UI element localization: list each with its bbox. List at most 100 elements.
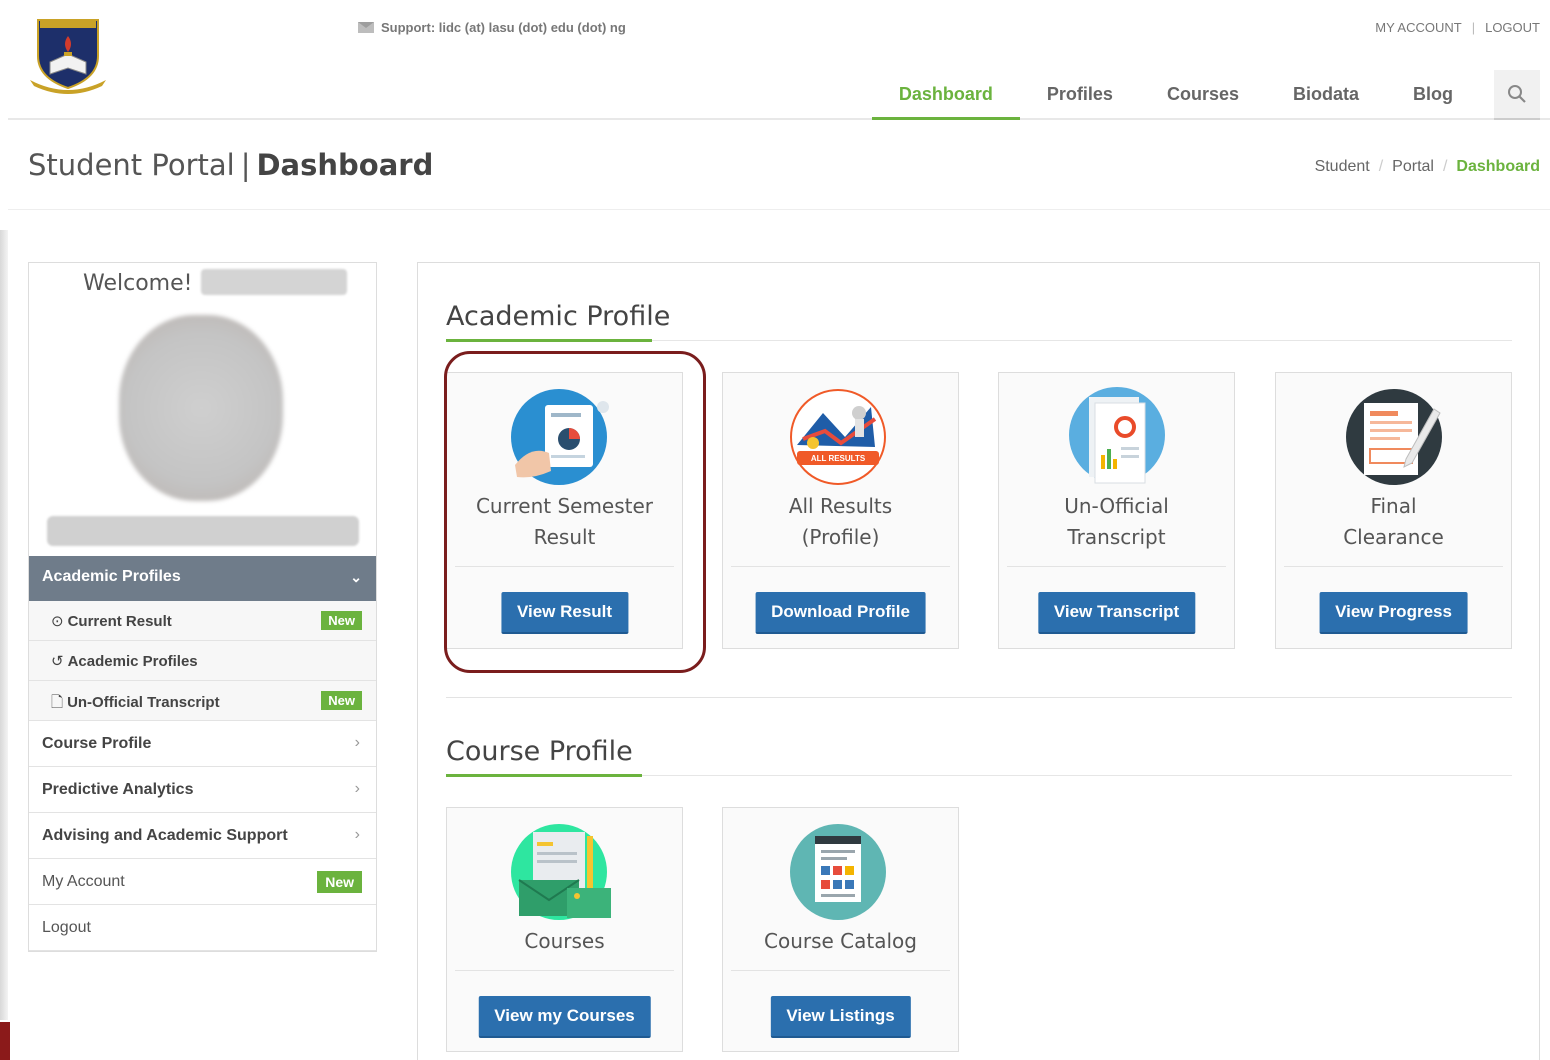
- search-icon: [1508, 85, 1526, 103]
- card-label: Final Clearance: [1286, 491, 1501, 553]
- university-logo-icon[interactable]: [28, 16, 108, 94]
- support-contact: Support: lidc (at) lasu (dot) edu (dot) …: [358, 20, 626, 35]
- view-listings-button[interactable]: View Listings: [770, 996, 911, 1038]
- page-title-section: Dashboard: [256, 148, 434, 182]
- card-all-results: ALL RESULTS All Results (Profile) Downlo…: [722, 372, 959, 649]
- breadcrumb: Student / Portal / Dashboard: [1315, 158, 1540, 176]
- section-underline-accent: [446, 774, 642, 777]
- sidebar-item-advising[interactable]: Advising and Academic Support ›: [29, 813, 376, 859]
- sidebar-item-label: Predictive Analytics: [42, 781, 194, 798]
- account-links: MY ACCOUNT | LOGOUT: [1375, 20, 1540, 35]
- breadcrumb-separator: /: [1378, 158, 1384, 175]
- search-button[interactable]: [1494, 70, 1540, 120]
- page-title-portal: Student Portal: [28, 148, 235, 182]
- breadcrumb-separator: /: [1442, 158, 1448, 175]
- sidebar-item-label: Academic Profiles: [67, 653, 198, 670]
- sidebar-item-course-profile[interactable]: Course Profile ›: [29, 721, 376, 767]
- new-badge: New: [317, 871, 362, 893]
- main-nav: Dashboard Profiles Courses Biodata Blog: [871, 70, 1540, 120]
- courses-icon: [507, 822, 617, 922]
- breadcrumb-portal[interactable]: Portal: [1392, 158, 1434, 176]
- nav-dashboard[interactable]: Dashboard: [871, 70, 1020, 120]
- chevron-down-icon: ⌄: [350, 569, 362, 585]
- logout-link[interactable]: LOGOUT: [1485, 20, 1540, 35]
- nav-blog[interactable]: Blog: [1386, 70, 1480, 120]
- sidebar-item-predictive-analytics[interactable]: Predictive Analytics ›: [29, 767, 376, 813]
- sidebar-item-logout[interactable]: Logout: [29, 905, 376, 951]
- new-badge: New: [321, 611, 362, 630]
- card-label: Course Catalog: [764, 929, 917, 953]
- sidebar-item-label: Logout: [42, 919, 91, 936]
- sidebar-item-current-result[interactable]: ⊙ Current Result New: [29, 601, 376, 641]
- catalog-icon: [783, 822, 893, 922]
- card-label: Un-Official Transcript: [1009, 491, 1224, 553]
- highlight-ring: [444, 351, 706, 673]
- sidebar-item-academic-profiles[interactable]: ↺ Academic Profiles: [29, 641, 376, 681]
- chevron-right-icon: ›: [354, 734, 360, 751]
- card-divider: [455, 970, 674, 971]
- view-progress-button[interactable]: View Progress: [1319, 592, 1468, 634]
- card-divider: [1284, 566, 1503, 567]
- card-label-line: (Profile): [801, 525, 880, 549]
- section-underline: [446, 774, 1512, 777]
- page-edge-shadow: [0, 230, 8, 1020]
- new-badge: New: [321, 691, 362, 710]
- history-icon: ↺: [51, 653, 64, 670]
- card-divider: [731, 970, 950, 971]
- sidebar-item-label: Advising and Academic Support: [42, 827, 288, 844]
- card-courses: Courses View my Courses: [446, 807, 683, 1052]
- card-label-line: Transcript: [1067, 525, 1166, 549]
- card-label-line: Final: [1370, 494, 1417, 518]
- section-divider: [446, 697, 1512, 698]
- blurred-username: [201, 269, 347, 295]
- breadcrumb-dashboard: Dashboard: [1456, 158, 1540, 175]
- sidebar-item-label: My Account: [42, 873, 125, 890]
- card-divider: [731, 566, 950, 567]
- sidebar-item-label: Current Result: [67, 613, 172, 630]
- welcome-text: Welcome!: [83, 271, 193, 296]
- sidebar-section-academic-profiles[interactable]: Academic Profiles ⌄: [29, 556, 376, 601]
- card-course-catalog: Course Catalog View Listings: [722, 807, 959, 1052]
- corner-accent: [0, 1022, 10, 1060]
- card-final-clearance: Final Clearance View Progress: [1275, 372, 1512, 649]
- section-title-academic-profile: Academic Profile: [446, 301, 671, 332]
- card-unofficial-transcript: Un-Official Transcript View Transcript: [998, 372, 1235, 649]
- transcript-icon: [1059, 387, 1169, 487]
- support-text: Support: lidc (at) lasu (dot) edu (dot) …: [381, 20, 626, 35]
- nav-courses[interactable]: Courses: [1140, 70, 1266, 120]
- sidebar-section-label: Academic Profiles: [42, 568, 181, 585]
- my-account-link[interactable]: MY ACCOUNT: [1375, 20, 1461, 35]
- sidebar-item-unofficial-transcript[interactable]: 🗋 Un-Official Transcript New: [29, 681, 376, 721]
- account-link-separator: |: [1471, 20, 1476, 35]
- clock-icon: ⊙: [51, 613, 64, 630]
- view-transcript-button[interactable]: View Transcript: [1037, 592, 1196, 634]
- blurred-user-info: [47, 516, 359, 546]
- sidebar-item-my-account[interactable]: My Account New: [29, 859, 376, 905]
- chevron-right-icon: ›: [354, 780, 360, 797]
- breadcrumb-student[interactable]: Student: [1315, 158, 1370, 176]
- view-my-courses-button[interactable]: View my Courses: [478, 996, 651, 1038]
- card-label-line: Un-Official: [1064, 494, 1169, 518]
- section-underline: [446, 339, 1512, 342]
- download-profile-button[interactable]: Download Profile: [755, 592, 926, 634]
- sidebar-item-label: Un-Official Transcript: [67, 694, 220, 711]
- chevron-right-icon: ›: [354, 826, 360, 843]
- sidebar-item-label: Course Profile: [42, 735, 152, 752]
- all-results-icon: ALL RESULTS: [783, 387, 893, 487]
- site-header: Support: lidc (at) lasu (dot) edu (dot) …: [8, 0, 1550, 120]
- nav-profiles[interactable]: Profiles: [1020, 70, 1140, 120]
- clearance-icon: [1336, 387, 1446, 487]
- card-divider: [1007, 566, 1226, 567]
- section-title-course-profile: Course Profile: [446, 736, 633, 767]
- avatar: [119, 315, 283, 501]
- nav-biodata[interactable]: Biodata: [1266, 70, 1386, 120]
- all-results-icon-text: ALL RESULTS: [811, 454, 866, 463]
- page-title: Student Portal | Dashboard: [28, 148, 433, 182]
- document-icon: 🗋: [51, 694, 64, 711]
- card-label: All Results (Profile): [733, 491, 948, 553]
- page-titlebar: Student Portal | Dashboard Student / Porta…: [8, 120, 1550, 210]
- page-title-separator: |: [240, 148, 251, 182]
- main-panel: Academic Profile Current Semester Result…: [417, 262, 1540, 1060]
- envelope-icon: [358, 22, 374, 33]
- card-label-line: Clearance: [1343, 525, 1444, 549]
